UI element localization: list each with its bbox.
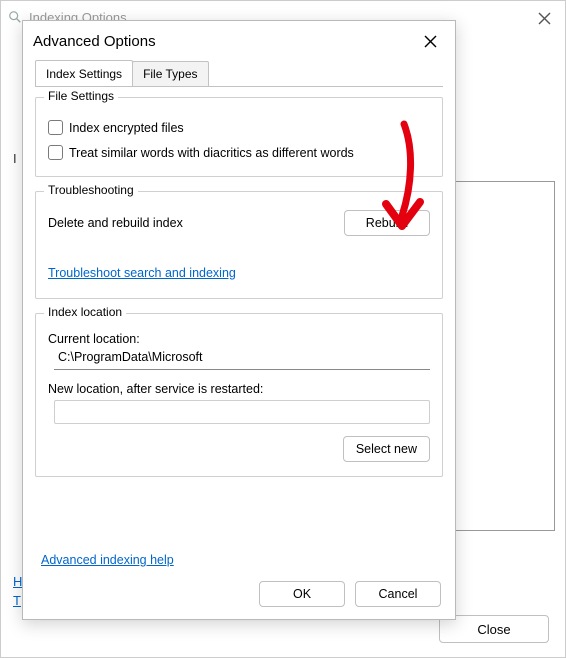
row-index-encrypted: Index encrypted files [48, 120, 430, 135]
checkbox-index-encrypted[interactable] [48, 120, 63, 135]
bg-listbox[interactable] [455, 181, 555, 531]
rebuild-label: Delete and rebuild index [48, 216, 183, 230]
bg-truncated-link-t[interactable]: T [13, 593, 22, 608]
current-location-value: C:\ProgramData\Microsoft [54, 348, 430, 370]
button-label: Cancel [379, 587, 418, 601]
tab-index-settings[interactable]: Index Settings [35, 60, 133, 86]
checkbox-label[interactable]: Index encrypted files [69, 121, 184, 135]
group-file-settings: File Settings Index encrypted files Trea… [35, 97, 443, 177]
dialog-title: Advanced Options [33, 33, 156, 50]
advanced-options-dialog: Advanced Options Index Settings File Typ… [22, 20, 456, 620]
group-legend: Troubleshooting [44, 183, 138, 197]
new-location-field[interactable] [54, 400, 430, 424]
bg-close-button[interactable] [529, 5, 559, 31]
dialog-button-row: OK Cancel [259, 581, 441, 607]
group-legend: File Settings [44, 89, 118, 103]
new-location-label: New location, after service is restarted… [48, 382, 430, 396]
group-legend: Index location [44, 305, 126, 319]
tab-panel-index-settings: File Settings Index encrypted files Trea… [35, 87, 443, 477]
group-index-location: Index location Current location: C:\Prog… [35, 313, 443, 477]
search-icon [7, 9, 23, 25]
button-label: Rebuild [366, 216, 408, 230]
troubleshoot-link[interactable]: Troubleshoot search and indexing [48, 266, 236, 280]
ok-button[interactable]: OK [259, 581, 345, 607]
fg-titlebar: Advanced Options [23, 21, 455, 61]
bg-truncated-label: I [13, 151, 22, 166]
button-label: OK [293, 587, 311, 601]
checkbox-diacritics[interactable] [48, 145, 63, 160]
row-diacritics: Treat similar words with diacritics as d… [48, 145, 430, 160]
dialog-close-button[interactable] [415, 27, 445, 55]
group-troubleshooting: Troubleshooting Delete and rebuild index… [35, 191, 443, 299]
tab-label: Index Settings [46, 67, 122, 81]
bg-truncated-link-h[interactable]: H [13, 574, 22, 589]
button-label: Select new [356, 442, 417, 456]
rebuild-button[interactable]: Rebuild [344, 210, 430, 236]
select-new-button[interactable]: Select new [343, 436, 430, 462]
tab-file-types[interactable]: File Types [132, 61, 208, 86]
current-location-label: Current location: [48, 332, 430, 346]
advanced-indexing-help-link[interactable]: Advanced indexing help [41, 553, 174, 567]
cancel-button[interactable]: Cancel [355, 581, 441, 607]
bg-close-dialog-button-label: Close [477, 622, 510, 637]
close-icon [424, 35, 437, 48]
bg-left-edge: I H T [13, 151, 22, 608]
tab-label: File Types [143, 67, 197, 81]
tab-strip: Index Settings File Types [35, 61, 443, 87]
rebuild-row: Delete and rebuild index Rebuild [48, 210, 430, 236]
checkbox-label[interactable]: Treat similar words with diacritics as d… [69, 146, 354, 160]
